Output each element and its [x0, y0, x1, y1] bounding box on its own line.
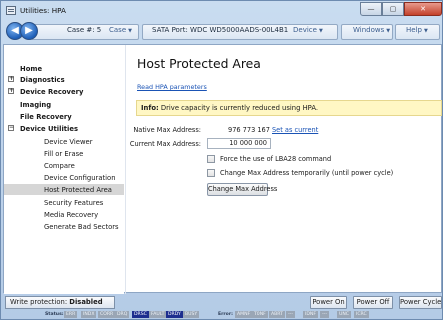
windows-menu-label: Windows	[353, 26, 385, 34]
case-menu-label: Case	[109, 26, 127, 34]
info-prefix: Info:	[141, 104, 159, 112]
write-protection-label: Write protection:	[10, 298, 68, 306]
sidebar-item-label: Security Features	[44, 199, 104, 207]
status-bit-busy-7: BUSY	[183, 311, 200, 318]
read-hpa-link[interactable]: Read HPA parameters	[137, 83, 207, 91]
collapse-icon[interactable]: −	[8, 125, 14, 131]
status-bit-indx-1: INDX	[81, 311, 97, 318]
sidebar-item-label: Fill or Erase	[44, 150, 84, 158]
error-bit--5: ---	[320, 311, 329, 318]
bottom-bar: Write protection: Disabled Power On Powe…	[3, 295, 442, 319]
sidebar-item-label: Imaging	[20, 101, 52, 109]
error-bit-icrc-7: ICRC	[354, 311, 369, 318]
error-bit-abrt-2: ABRT	[269, 311, 285, 318]
error-label: Error:	[218, 312, 233, 317]
sidebar-item-diagnostics[interactable]: + Diagnostics	[4, 76, 124, 86]
lba28-checkbox[interactable]	[207, 155, 215, 163]
sidebar-item-label: Device Utilities	[20, 125, 79, 133]
error-bit-amnf-0: AMNF	[235, 311, 253, 318]
main-area: Home + Diagnostics + Device Recovery Imagi…	[3, 44, 443, 294]
chevron-down-icon: ▼	[423, 28, 428, 34]
status-bit-drsc-4: DRSC	[132, 311, 149, 318]
chevron-down-icon: ▼	[386, 28, 391, 34]
status-bit-fault-5: FAULT	[149, 311, 167, 318]
forward-button[interactable]: ▶	[20, 22, 38, 40]
app-icon	[6, 6, 16, 15]
sidebar-item-file-recovery[interactable]: File Recovery	[4, 113, 124, 123]
power-cycle-button[interactable]: Power Cycle	[399, 296, 442, 309]
title-bar: Utilities: HPA — ▢ ✕	[1, 1, 443, 21]
temporary-change-label: Change Max Address temporarily (until po…	[220, 169, 394, 177]
maximize-button[interactable]: ▢	[382, 2, 404, 16]
windows-menu[interactable]: Windows ▼	[353, 26, 390, 34]
power-on-button[interactable]: Power On	[310, 296, 347, 309]
case-number: Case #: 5	[67, 26, 102, 34]
sidebar-item-security-features[interactable]: Security Features	[4, 199, 124, 209]
sidebar-item-device-configuration[interactable]: Device Configuration	[4, 174, 124, 184]
expand-icon[interactable]: +	[8, 76, 14, 82]
write-protection-value: Disabled	[69, 298, 103, 306]
sidebar-item-compare[interactable]: Compare	[4, 162, 124, 172]
sidebar-item-label: Generate Bad Sectors	[44, 223, 119, 231]
sidebar-item-device-recovery[interactable]: + Device Recovery	[4, 88, 124, 98]
device-menu[interactable]: Device ▼	[293, 26, 323, 34]
sidebar-item-imaging[interactable]: Imaging	[4, 101, 124, 111]
power-off-button[interactable]: Power Off	[353, 296, 393, 309]
info-banner: Info: Drive capacity is currently reduce…	[136, 100, 442, 116]
status-bit-drdy-6: DRDY	[166, 311, 183, 318]
info-text: Drive capacity is currently reduced usin…	[160, 104, 319, 112]
close-button[interactable]: ✕	[404, 2, 442, 16]
chevron-down-icon: ▼	[318, 28, 323, 34]
native-max-label: Native Max Address:	[133, 126, 201, 134]
sidebar: Home + Diagnostics + Device Recovery Imagi…	[4, 45, 124, 294]
sidebar-item-label: Home	[20, 65, 43, 73]
sidebar-item-label: Device Viewer	[44, 138, 93, 146]
status-bit-err-0: ERR	[64, 311, 78, 318]
sidebar-item-device-utilities[interactable]: − Device Utilities	[4, 125, 124, 135]
window-title: Utilities: HPA	[20, 6, 66, 15]
status-label: Status:	[45, 312, 64, 317]
window-controls: — ▢ ✕	[360, 2, 442, 16]
expand-icon[interactable]: +	[8, 88, 14, 94]
register-indicators: Status: Error: ERR INDX CORR DRQ DRSC FAULT DR…	[3, 311, 442, 319]
sidebar-item-host-protected-area[interactable]: Host Protected Area	[4, 184, 124, 195]
minimize-button[interactable]: —	[360, 2, 382, 16]
device-menu-label: Device	[293, 26, 317, 34]
page-title: Host Protected Area	[137, 56, 261, 71]
lba28-label: Force the use of LBA28 command	[220, 155, 332, 163]
sidebar-item-generate-bad-sectors[interactable]: Generate Bad Sectors	[4, 223, 124, 233]
content-panel: Host Protected Area Read HPA parameters …	[125, 45, 443, 294]
sidebar-item-label: Diagnostics	[20, 76, 65, 84]
app-window: Utilities: HPA — ▢ ✕ ◀ ▶ Case #: 5 Case ▼…	[0, 0, 443, 320]
error-bit-idnf-4: IDNF	[303, 311, 318, 318]
nav-bar: ◀ ▶ Case #: 5 Case ▼ SATA Port: WDC WD500…	[3, 21, 442, 43]
chevron-down-icon: ▼	[128, 28, 132, 34]
error-bit-t0nf-1: T0NF	[252, 311, 268, 318]
sidebar-item-home[interactable]: Home	[4, 65, 124, 75]
current-max-label: Current Max Address:	[129, 140, 201, 148]
status-bit-corr-2: CORR	[98, 311, 116, 318]
help-menu-label: Help	[406, 26, 422, 34]
sidebar-item-label: File Recovery	[20, 113, 72, 121]
sidebar-item-label: Media Recovery	[44, 211, 99, 219]
help-menu[interactable]: Help ▼	[406, 26, 428, 34]
set-as-current-link[interactable]: Set as current	[272, 126, 318, 134]
change-max-address-button[interactable]: Change Max Address	[207, 183, 277, 196]
sidebar-item-device-viewer[interactable]: Device Viewer	[4, 138, 124, 148]
sidebar-item-label: Host Protected Area	[44, 186, 112, 194]
error-bit--3: ---	[286, 311, 295, 318]
status-bit-drq-3: DRQ	[115, 311, 130, 318]
sidebar-item-label: Device Recovery	[20, 88, 84, 96]
port-label: SATA Port: WDC WD5000AADS-00L4B1	[152, 26, 289, 34]
temporary-change-checkbox[interactable]	[207, 169, 215, 177]
error-bit-unc-6: UNC	[337, 311, 352, 318]
sidebar-item-fill-or-erase[interactable]: Fill or Erase	[4, 150, 124, 160]
sidebar-item-media-recovery[interactable]: Media Recovery	[4, 211, 124, 221]
sidebar-item-label: Device Configuration	[44, 174, 116, 182]
write-protection-status[interactable]: Write protection: Disabled	[5, 296, 115, 309]
current-max-field[interactable]: 10 000 000	[207, 138, 271, 149]
sidebar-item-label: Compare	[44, 162, 75, 170]
native-max-value: 976 773 167	[228, 126, 270, 134]
case-menu[interactable]: Case ▼	[109, 26, 132, 34]
